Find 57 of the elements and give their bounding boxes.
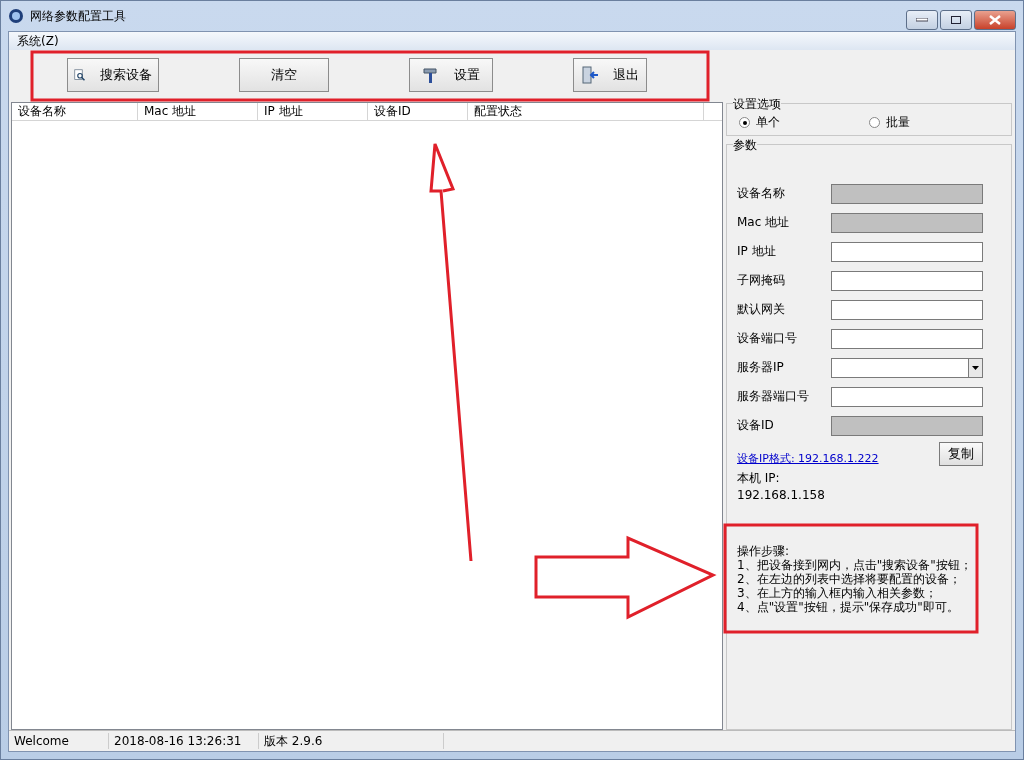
field-label: 设备端口号 — [737, 330, 798, 347]
column-header[interactable]: 配置状态 — [468, 103, 704, 120]
status-text: 2018-08-16 13:26:31 — [109, 733, 259, 749]
menu-item[interactable]: 系统(Z) — [13, 32, 63, 50]
column-header[interactable]: IP 地址 — [258, 103, 368, 120]
close-icon — [989, 15, 1001, 25]
toolbar-button[interactable]: 清空 — [239, 58, 329, 92]
local-ip-label: 本机 IP: — [737, 470, 781, 487]
field-label: 默认网关 — [737, 301, 786, 318]
group-title: 设置选项 — [733, 96, 781, 113]
group-title: 参数 — [733, 137, 757, 154]
device-list[interactable]: 设备名称 Mac 地址 IP 地址 设备ID 配置状态 — [11, 102, 723, 730]
door-arrow-icon — [581, 66, 599, 84]
dropdown-field[interactable] — [831, 357, 983, 378]
input-field[interactable] — [831, 270, 983, 291]
column-header[interactable]: Mac 地址 — [138, 103, 258, 120]
input-field[interactable] — [831, 183, 983, 204]
field-label: 子网掩码 — [737, 272, 786, 289]
input-field[interactable] — [831, 241, 983, 262]
radio-option[interactable]: 单个 — [739, 114, 869, 131]
field-label: 服务器端口号 — [737, 388, 810, 405]
field-label: 服务器IP — [737, 359, 785, 376]
toolbar-button[interactable]: 退出 — [573, 58, 647, 92]
search-icon — [74, 67, 86, 83]
instruction-text: 3、在上方的输入框内输入相关参数； — [737, 586, 938, 600]
field-label: 设备ID — [737, 417, 775, 434]
field-label: Mac 地址 — [737, 214, 791, 231]
maximize-button[interactable] — [940, 10, 972, 30]
caret-down-icon — [972, 365, 979, 370]
instruction-text: 4、点"设置"按钮，提示"保存成功"即可。 — [737, 600, 960, 614]
toolbar-button[interactable]: 设置 — [409, 58, 493, 92]
instruction-text: 操作步骤: — [737, 544, 791, 558]
input-field[interactable] — [831, 299, 983, 320]
column-header[interactable]: 设备名称 — [12, 103, 138, 120]
status-text: 版本 2.9.6 — [259, 733, 444, 749]
hammer-icon — [422, 66, 440, 84]
column-header[interactable]: 设备ID — [368, 103, 468, 120]
instruction-text: 2、在左边的列表中选择将要配置的设备； — [737, 572, 962, 586]
toolbar-button[interactable]: 搜索设备 — [67, 58, 159, 92]
status-text: Welcome — [9, 733, 109, 749]
window-title: 网络参数配置工具 — [30, 7, 127, 25]
ip-format-link[interactable]: 设备IP格式: 192.168.1.222 — [737, 451, 879, 466]
close-button[interactable] — [974, 10, 1016, 30]
input-field[interactable] — [831, 415, 983, 436]
app-icon — [8, 8, 24, 24]
minimize-button[interactable] — [906, 10, 938, 30]
input-field[interactable] — [831, 386, 983, 407]
copy-button[interactable]: 复制 — [939, 442, 983, 466]
maximize-icon — [951, 16, 961, 24]
field-label: IP 地址 — [737, 243, 777, 260]
minimize-icon — [916, 18, 928, 22]
radio-option[interactable]: 批量 — [869, 114, 999, 131]
instruction-text: 1、把设备接到网内，点击"搜索设备"按钮； — [737, 558, 973, 572]
local-ip-value: 192.168.1.158 — [737, 487, 826, 504]
field-label: 设备名称 — [737, 185, 786, 202]
input-field[interactable] — [831, 328, 983, 349]
input-field[interactable] — [831, 212, 983, 233]
